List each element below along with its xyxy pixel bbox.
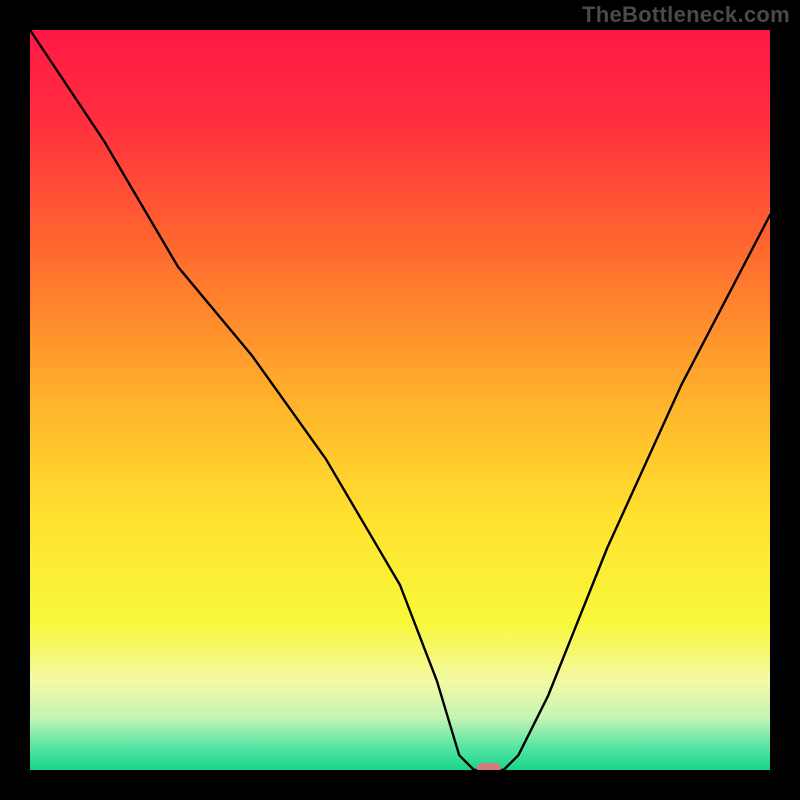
bottleneck-chart	[30, 30, 770, 770]
gradient-background	[30, 30, 770, 770]
watermark-text: TheBottleneck.com	[582, 2, 790, 28]
optimal-point-marker	[477, 763, 501, 770]
plot-area	[30, 30, 770, 770]
chart-frame: TheBottleneck.com	[0, 0, 800, 800]
